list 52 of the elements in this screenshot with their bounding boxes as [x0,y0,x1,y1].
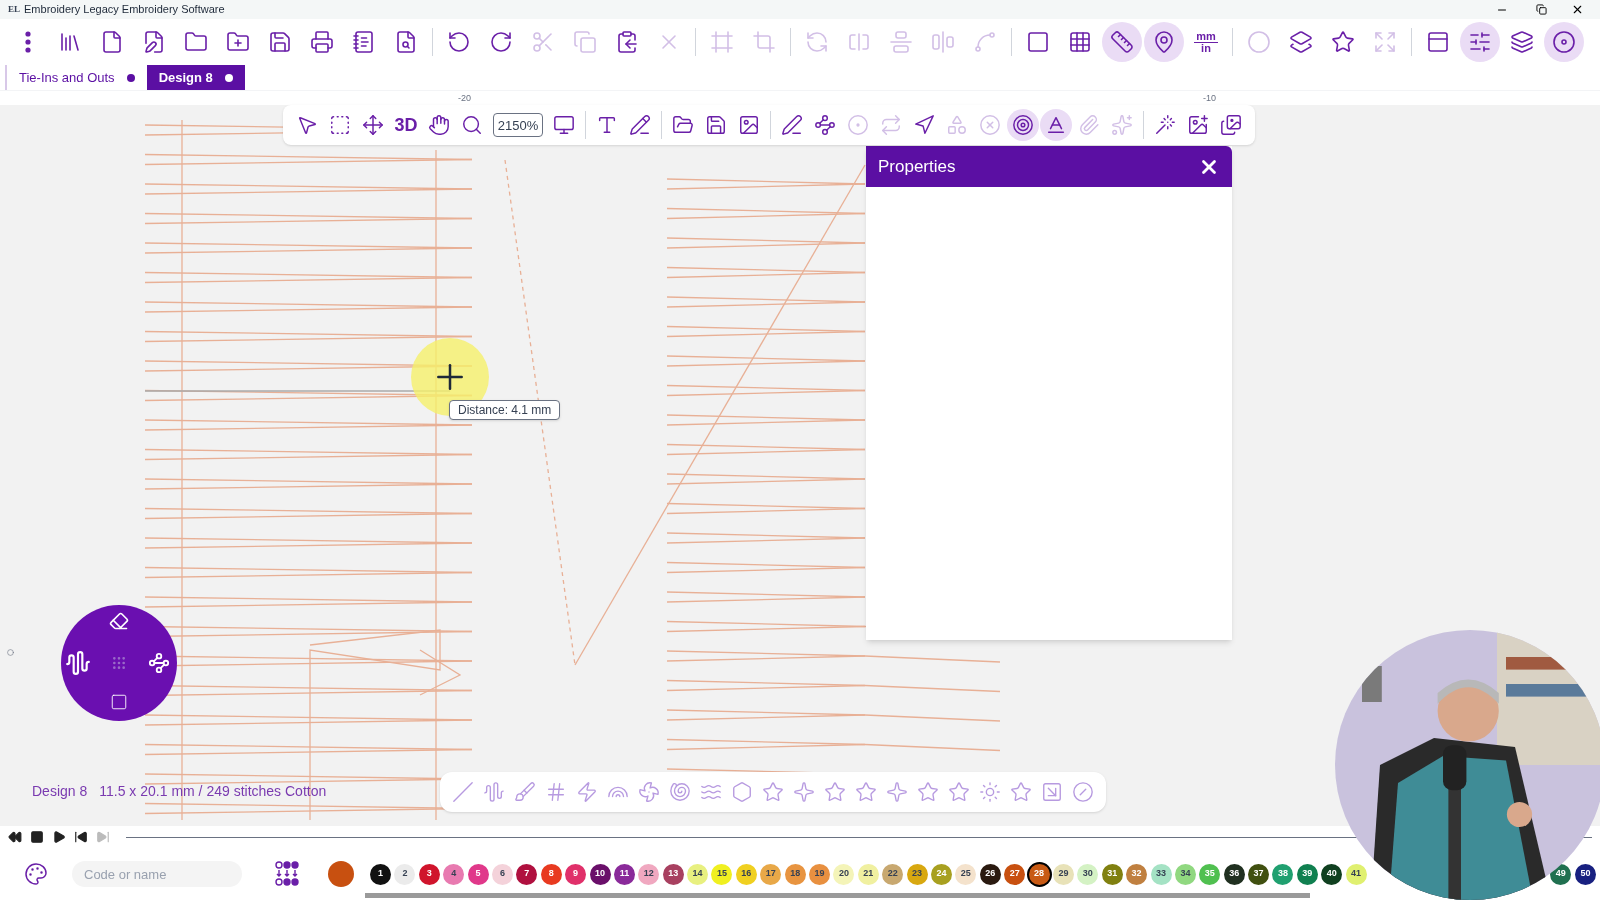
zoom-field[interactable]: 2150% [493,113,543,137]
units-button[interactable]: mm in [1186,22,1226,62]
thread-swatch[interactable]: 33 [1150,863,1172,885]
measure-tooltip: Distance: 4.1 mm [449,400,561,420]
thread-swatch[interactable]: 9 [565,863,587,885]
design-name: Design 8 [32,782,88,801]
thread-swatch[interactable]: 34 [1174,863,1196,885]
thread-swatch[interactable]: 23 [906,863,928,885]
thread-swatch[interactable]: 26 [979,863,1001,885]
thread-swatch[interactable]: 29 [1052,863,1074,885]
thread-swatch[interactable]: 22 [882,863,904,885]
thread-swatch[interactable]: 14 [687,863,709,885]
thread-swatch[interactable]: 17 [760,863,782,885]
ruler-label: -20 [458,92,471,105]
thread-swatch[interactable]: 39 [1296,863,1318,885]
thread-swatch[interactable]: 41 [1345,863,1367,885]
thread-swatch[interactable]: 11 [613,863,635,885]
ruler-label: -10 [1203,92,1216,105]
thread-swatch[interactable]: 21 [857,863,879,885]
thread-swatch[interactable]: 30 [1077,863,1099,885]
thread-swatch[interactable]: 13 [662,863,684,885]
thread-swatch[interactable]: 25 [955,863,977,885]
thread-swatch[interactable]: 20 [833,863,855,885]
3d-button[interactable]: 3D [390,109,422,141]
thread-swatch[interactable]: 7 [516,863,538,885]
thread-swatch[interactable]: 1 [370,863,391,885]
thread-swatch[interactable]: 3 [418,863,440,885]
thread-swatch[interactable]: 8 [540,863,562,885]
thread-swatch[interactable]: 31 [1101,863,1123,885]
thread-swatch[interactable]: 10 [589,863,611,885]
thread-swatch[interactable]: 5 [467,863,489,885]
thread-swatch[interactable]: 37 [1248,863,1270,885]
thread-swatch[interactable]: 19 [809,863,831,885]
thread-swatch[interactable]: 40 [1321,863,1343,885]
thread-search-field[interactable]: Code or name [72,861,242,887]
thread-swatch[interactable]: 15 [711,863,733,885]
thread-swatch[interactable]: 36 [1223,863,1245,885]
thread-swatch[interactable]: 50 [1575,863,1596,885]
thread-swatch[interactable]: 27 [1004,863,1026,885]
thread-swatch[interactable]: 2 [394,863,416,885]
thread-swatch[interactable]: 4 [443,863,465,885]
app-logo: EL [8,2,20,16]
thread-swatch[interactable]: 12 [638,863,660,885]
design-canvas[interactable]: -20 -10 Distance: 4.1 mm 3D 2150% Properties Design 8 11.5 x 20.1 mm / 249 stitches Cotton [0,91,1600,826]
panel-title: Properties [878,155,957,178]
thread-swatch[interactable]: 28 [1028,863,1050,885]
thread-swatch[interactable]: 6 [491,863,513,885]
design-info: 11.5 x 20.1 mm / 249 stitches Cotton [99,782,327,801]
window-title: Embroidery Legacy Embroidery Software [24,2,225,18]
thread-swatch[interactable]: 18 [784,863,806,885]
thread-swatch[interactable]: 16 [735,863,757,885]
document-tab[interactable]: Design 8 [146,65,245,90]
